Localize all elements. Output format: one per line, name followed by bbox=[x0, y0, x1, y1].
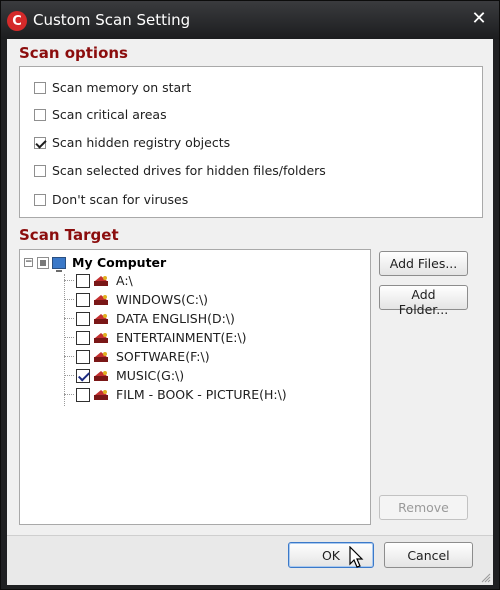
checkbox-critical-areas[interactable] bbox=[34, 108, 46, 121]
checkbox-drive-a[interactable] bbox=[76, 273, 90, 288]
tree-connector bbox=[64, 299, 74, 300]
window-title: Custom Scan Setting bbox=[33, 11, 191, 29]
option-no-virus-scan[interactable]: Don't scan for viruses bbox=[34, 192, 188, 207]
scan-target-heading: Scan Target bbox=[19, 226, 119, 244]
dialog-body: Scan options Scan memory on start Scan c… bbox=[7, 39, 493, 585]
scan-drive-icon bbox=[94, 275, 108, 286]
tree-connector bbox=[64, 318, 74, 319]
tree-item-label: ENTERTAINMENT(E:\) bbox=[116, 330, 247, 345]
tree-item-label: DATA ENGLISH(D:\) bbox=[116, 311, 235, 326]
checkbox-drive-c[interactable] bbox=[76, 292, 90, 307]
collapse-toggle-icon[interactable]: − bbox=[24, 258, 33, 267]
title-bar[interactable]: C Custom Scan Setting ✕ bbox=[1, 1, 499, 39]
comodo-logo-icon: C bbox=[7, 11, 27, 31]
checkbox-drive-d[interactable] bbox=[76, 311, 90, 326]
checkbox-hidden-registry[interactable] bbox=[34, 136, 46, 149]
tree-item-drive-a[interactable]: A:\ bbox=[64, 273, 133, 288]
scan-drive-icon bbox=[94, 389, 108, 400]
scan-options-heading: Scan options bbox=[19, 44, 128, 62]
option-critical-areas[interactable]: Scan critical areas bbox=[34, 107, 167, 122]
add-files-button[interactable]: Add Files... bbox=[379, 251, 468, 276]
tree-item-drive-c[interactable]: WINDOWS(C:\) bbox=[64, 292, 208, 307]
scan-drive-icon bbox=[94, 294, 108, 305]
tree-connector bbox=[64, 337, 74, 338]
tree-item-label: SOFTWARE(F:\) bbox=[116, 349, 210, 364]
tree-item-label: WINDOWS(C:\) bbox=[116, 292, 209, 307]
option-label: Scan memory on start bbox=[52, 80, 192, 95]
checkbox-drive-h[interactable] bbox=[76, 387, 90, 402]
scan-drive-icon bbox=[94, 332, 108, 343]
resize-grip-icon[interactable] bbox=[481, 573, 491, 583]
option-hidden-files[interactable]: Scan selected drives for hidden files/fo… bbox=[34, 163, 326, 178]
remove-button[interactable]: Remove bbox=[379, 495, 468, 520]
dialog-footer: OK Cancel bbox=[7, 536, 493, 585]
tree-connector bbox=[64, 375, 74, 376]
option-hidden-registry[interactable]: Scan hidden registry objects bbox=[34, 135, 230, 150]
checkbox-no-virus-scan[interactable] bbox=[34, 193, 46, 206]
scan-options-group: Scan memory on start Scan critical areas… bbox=[19, 66, 483, 218]
tree-item-drive-d[interactable]: DATA ENGLISH(D:\) bbox=[64, 311, 235, 326]
checkbox-drive-e[interactable] bbox=[76, 330, 90, 345]
mouse-pointer-icon bbox=[349, 546, 364, 568]
cancel-button[interactable]: Cancel bbox=[384, 542, 473, 568]
add-folder-button[interactable]: Add Folder... bbox=[379, 285, 468, 317]
tree-root-label: My Computer bbox=[72, 255, 167, 270]
tree-root-my-computer[interactable]: − My Computer bbox=[24, 255, 167, 272]
checkbox-my-computer[interactable] bbox=[37, 256, 49, 269]
option-label: Scan critical areas bbox=[52, 107, 167, 122]
tree-item-drive-e[interactable]: ENTERTAINMENT(E:\) bbox=[64, 330, 247, 345]
custom-scan-dialog: C Custom Scan Setting ✕ Scan options Sca… bbox=[0, 0, 500, 590]
checkbox-scan-memory[interactable] bbox=[34, 81, 46, 94]
option-label: Scan hidden registry objects bbox=[52, 135, 231, 150]
tree-item-drive-f[interactable]: SOFTWARE(F:\) bbox=[64, 349, 210, 364]
scan-drive-icon bbox=[94, 370, 108, 381]
tree-item-drive-h[interactable]: FILM - BOOK - PICTURE(H:\) bbox=[64, 387, 287, 402]
checkbox-drive-f[interactable] bbox=[76, 349, 90, 364]
option-label: Don't scan for viruses bbox=[52, 192, 189, 207]
close-button[interactable]: ✕ bbox=[469, 9, 489, 29]
tree-connector bbox=[64, 280, 74, 281]
tree-item-drive-g[interactable]: MUSIC(G:\) bbox=[64, 368, 184, 383]
option-label: Scan selected drives for hidden files/fo… bbox=[52, 163, 326, 178]
option-scan-memory[interactable]: Scan memory on start bbox=[34, 80, 191, 95]
checkbox-drive-g[interactable] bbox=[76, 368, 90, 383]
scan-target-tree[interactable]: − My Computer A:\ WINDOWS(C:\) DATA ENGL… bbox=[19, 249, 371, 525]
tree-connector bbox=[64, 356, 74, 357]
scan-drive-icon bbox=[94, 313, 108, 324]
tree-item-label: MUSIC(G:\) bbox=[116, 368, 185, 383]
scan-drive-icon bbox=[94, 351, 108, 362]
tree-connector bbox=[64, 394, 74, 395]
tree-item-label: FILM - BOOK - PICTURE(H:\) bbox=[116, 387, 287, 402]
tree-item-label: A:\ bbox=[116, 273, 133, 288]
checkbox-hidden-files[interactable] bbox=[34, 164, 46, 177]
computer-icon bbox=[52, 256, 66, 272]
